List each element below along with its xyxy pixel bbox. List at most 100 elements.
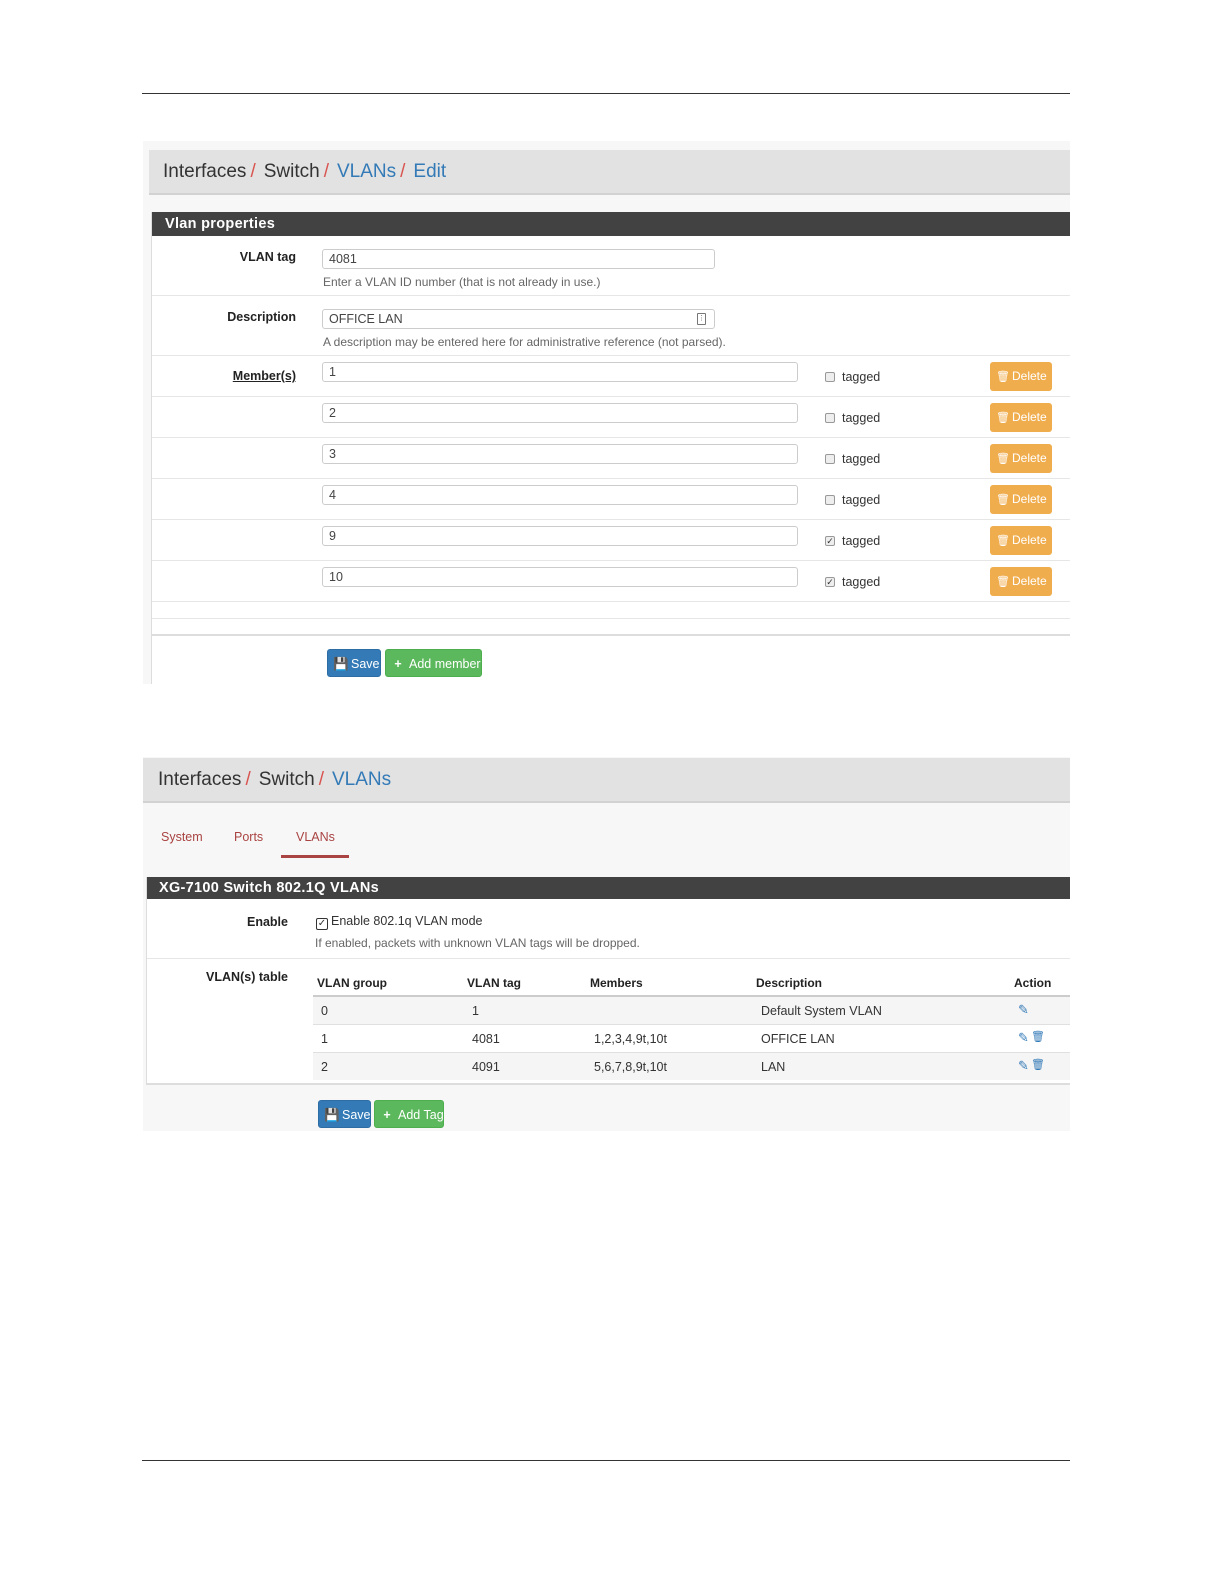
tab-vlans[interactable]: VLANs: [296, 830, 335, 844]
breadcrumb-switch: Switch: [263, 160, 320, 182]
tagged-checkbox-checked[interactable]: ✓: [825, 536, 835, 546]
delete-member-button[interactable]: 🗑 Delete: [990, 403, 1052, 432]
tagged-label: tagged: [842, 411, 881, 425]
row-background: [313, 997, 1070, 1024]
member-row: 10 ✓ tagged 🗑 Delete: [152, 561, 1070, 602]
trash-icon: 🗑: [996, 494, 1010, 506]
trash-icon: 🗑: [996, 453, 1010, 465]
delete-label: Delete: [1012, 451, 1047, 465]
cell-members: 5,6,7,8,9t,10t: [594, 1060, 667, 1074]
trash-icon: 🗑: [996, 576, 1010, 588]
save-label: Save: [342, 1108, 371, 1122]
breadcrumb-switch: Switch: [258, 768, 315, 790]
breadcrumb-separator: /: [318, 768, 324, 790]
trash-icon[interactable]: 🗑: [1031, 1030, 1045, 1043]
tagged-label: tagged: [842, 452, 881, 466]
delete-label: Delete: [1012, 574, 1047, 588]
add-member-button[interactable]: + Add member: [385, 649, 482, 677]
member-input[interactable]: 2: [322, 403, 798, 423]
delete-label: Delete: [1012, 410, 1047, 424]
delete-member-button[interactable]: 🗑 Delete: [990, 362, 1052, 391]
enable-vlan-checkbox[interactable]: ✓: [316, 918, 328, 930]
tab-ports[interactable]: Ports: [234, 830, 263, 844]
delete-member-button[interactable]: 🗑 Delete: [990, 526, 1052, 555]
cell-tag: 4081: [472, 1032, 500, 1046]
col-action: Action: [1014, 976, 1052, 990]
page-top-rule: [142, 93, 1070, 94]
member-input[interactable]: 3: [322, 444, 798, 464]
vlan-table-label: VLAN(s) table: [206, 970, 288, 984]
member-input[interactable]: 1: [322, 362, 798, 382]
description-row: Description OFFICE LAN ⋮ A description m…: [152, 296, 1070, 356]
delete-member-button[interactable]: 🗑 Delete: [990, 444, 1052, 473]
pencil-icon[interactable]: ✎: [1018, 1058, 1029, 1074]
trash-icon[interactable]: 🗑: [1031, 1058, 1045, 1071]
breadcrumb-separator: /: [245, 768, 251, 790]
delete-member-button[interactable]: 🗑 Delete: [990, 485, 1052, 514]
row-background: [313, 1053, 1070, 1080]
save-button[interactable]: 💾 Save: [318, 1100, 371, 1128]
add-member-label: Add member: [409, 657, 481, 671]
enable-hint: If enabled, packets with unknown VLAN ta…: [315, 936, 640, 950]
add-tag-label: Add Tag: [398, 1108, 444, 1122]
member-row: Member(s) 1 tagged 🗑 Delete: [152, 356, 1070, 397]
tagged-label: tagged: [842, 493, 881, 507]
member-input[interactable]: 10: [322, 567, 798, 587]
vlan-tag-hint: Enter a VLAN ID number (that is not alre…: [323, 275, 601, 289]
col-description: Description: [756, 976, 823, 990]
field-menu-icon[interactable]: ⋮: [697, 313, 706, 325]
add-tag-button[interactable]: + Add Tag: [374, 1100, 444, 1128]
tagged-checkbox[interactable]: [825, 413, 835, 423]
breadcrumb-separator: /: [400, 160, 406, 182]
members-label[interactable]: Member(s): [233, 369, 296, 383]
cell-description: LAN: [761, 1060, 786, 1074]
enable-vlan-label: Enable 802.1q VLAN mode: [331, 914, 483, 928]
spacer-row: [152, 602, 1070, 619]
tagged-checkbox[interactable]: [825, 372, 835, 382]
tagged-checkbox[interactable]: [825, 454, 835, 464]
tagged-checkbox-checked[interactable]: ✓: [825, 577, 835, 587]
col-members: Members: [590, 976, 643, 990]
cell-members: 1,2,3,4,9t,10t: [594, 1032, 667, 1046]
cell-tag: 1: [472, 1004, 479, 1018]
save-icon: 💾: [324, 1108, 340, 1122]
trash-icon: 🗑: [996, 412, 1010, 424]
save-button[interactable]: 💾 Save: [327, 649, 381, 677]
breadcrumb-separator: /: [323, 160, 329, 182]
pencil-icon[interactable]: ✎: [1018, 1002, 1029, 1018]
panel-title: XG-7100 Switch 802.1Q VLANs: [147, 877, 1070, 899]
delete-label: Delete: [1012, 369, 1047, 383]
description-hint: A description may be entered here for ad…: [323, 335, 726, 349]
member-row: 3 tagged 🗑 Delete: [152, 438, 1070, 479]
tagged-checkbox[interactable]: [825, 495, 835, 505]
member-row: 2 tagged 🗑 Delete: [152, 397, 1070, 438]
pencil-icon[interactable]: ✎: [1018, 1030, 1029, 1046]
description-input[interactable]: OFFICE LAN ⋮: [322, 309, 715, 329]
breadcrumb-edit-link[interactable]: Edit: [413, 161, 446, 183]
row-divider: [313, 1024, 1070, 1025]
breadcrumb-interfaces: Interfaces: [163, 160, 247, 182]
cell-group: 0: [321, 1004, 328, 1018]
cell-description: Default System VLAN: [761, 1004, 882, 1018]
tab-system[interactable]: System: [161, 830, 203, 844]
breadcrumb: Interfaces / Switch / VLANs / Edit: [149, 150, 1070, 195]
vlan-tag-row: VLAN tag 4081 Enter a VLAN ID number (th…: [152, 236, 1070, 296]
plus-icon: +: [394, 657, 402, 671]
breadcrumb-vlans-link[interactable]: VLANs: [337, 161, 396, 183]
enable-label: Enable: [247, 915, 288, 929]
description-label: Description: [227, 310, 296, 324]
plus-icon: +: [383, 1108, 391, 1122]
vlan-properties-panel: Vlan properties VLAN tag 4081 Enter a VL…: [151, 212, 1070, 684]
active-tab-indicator: [281, 855, 349, 858]
member-input[interactable]: 4: [322, 485, 798, 505]
save-label: Save: [351, 657, 380, 671]
page-bottom-rule: [142, 1460, 1070, 1461]
panel-bottom-rule: [146, 1083, 1070, 1085]
vlan-tag-input[interactable]: 4081: [322, 249, 715, 269]
breadcrumb-vlans-link[interactable]: VLANs: [332, 769, 391, 791]
member-row: 9 ✓ tagged 🗑 Delete: [152, 520, 1070, 561]
enable-row: Enable ✓ Enable 802.1q VLAN mode If enab…: [147, 899, 1070, 959]
delete-member-button[interactable]: 🗑 Delete: [990, 567, 1052, 596]
tagged-label: tagged: [842, 575, 881, 589]
member-input[interactable]: 9: [322, 526, 798, 546]
